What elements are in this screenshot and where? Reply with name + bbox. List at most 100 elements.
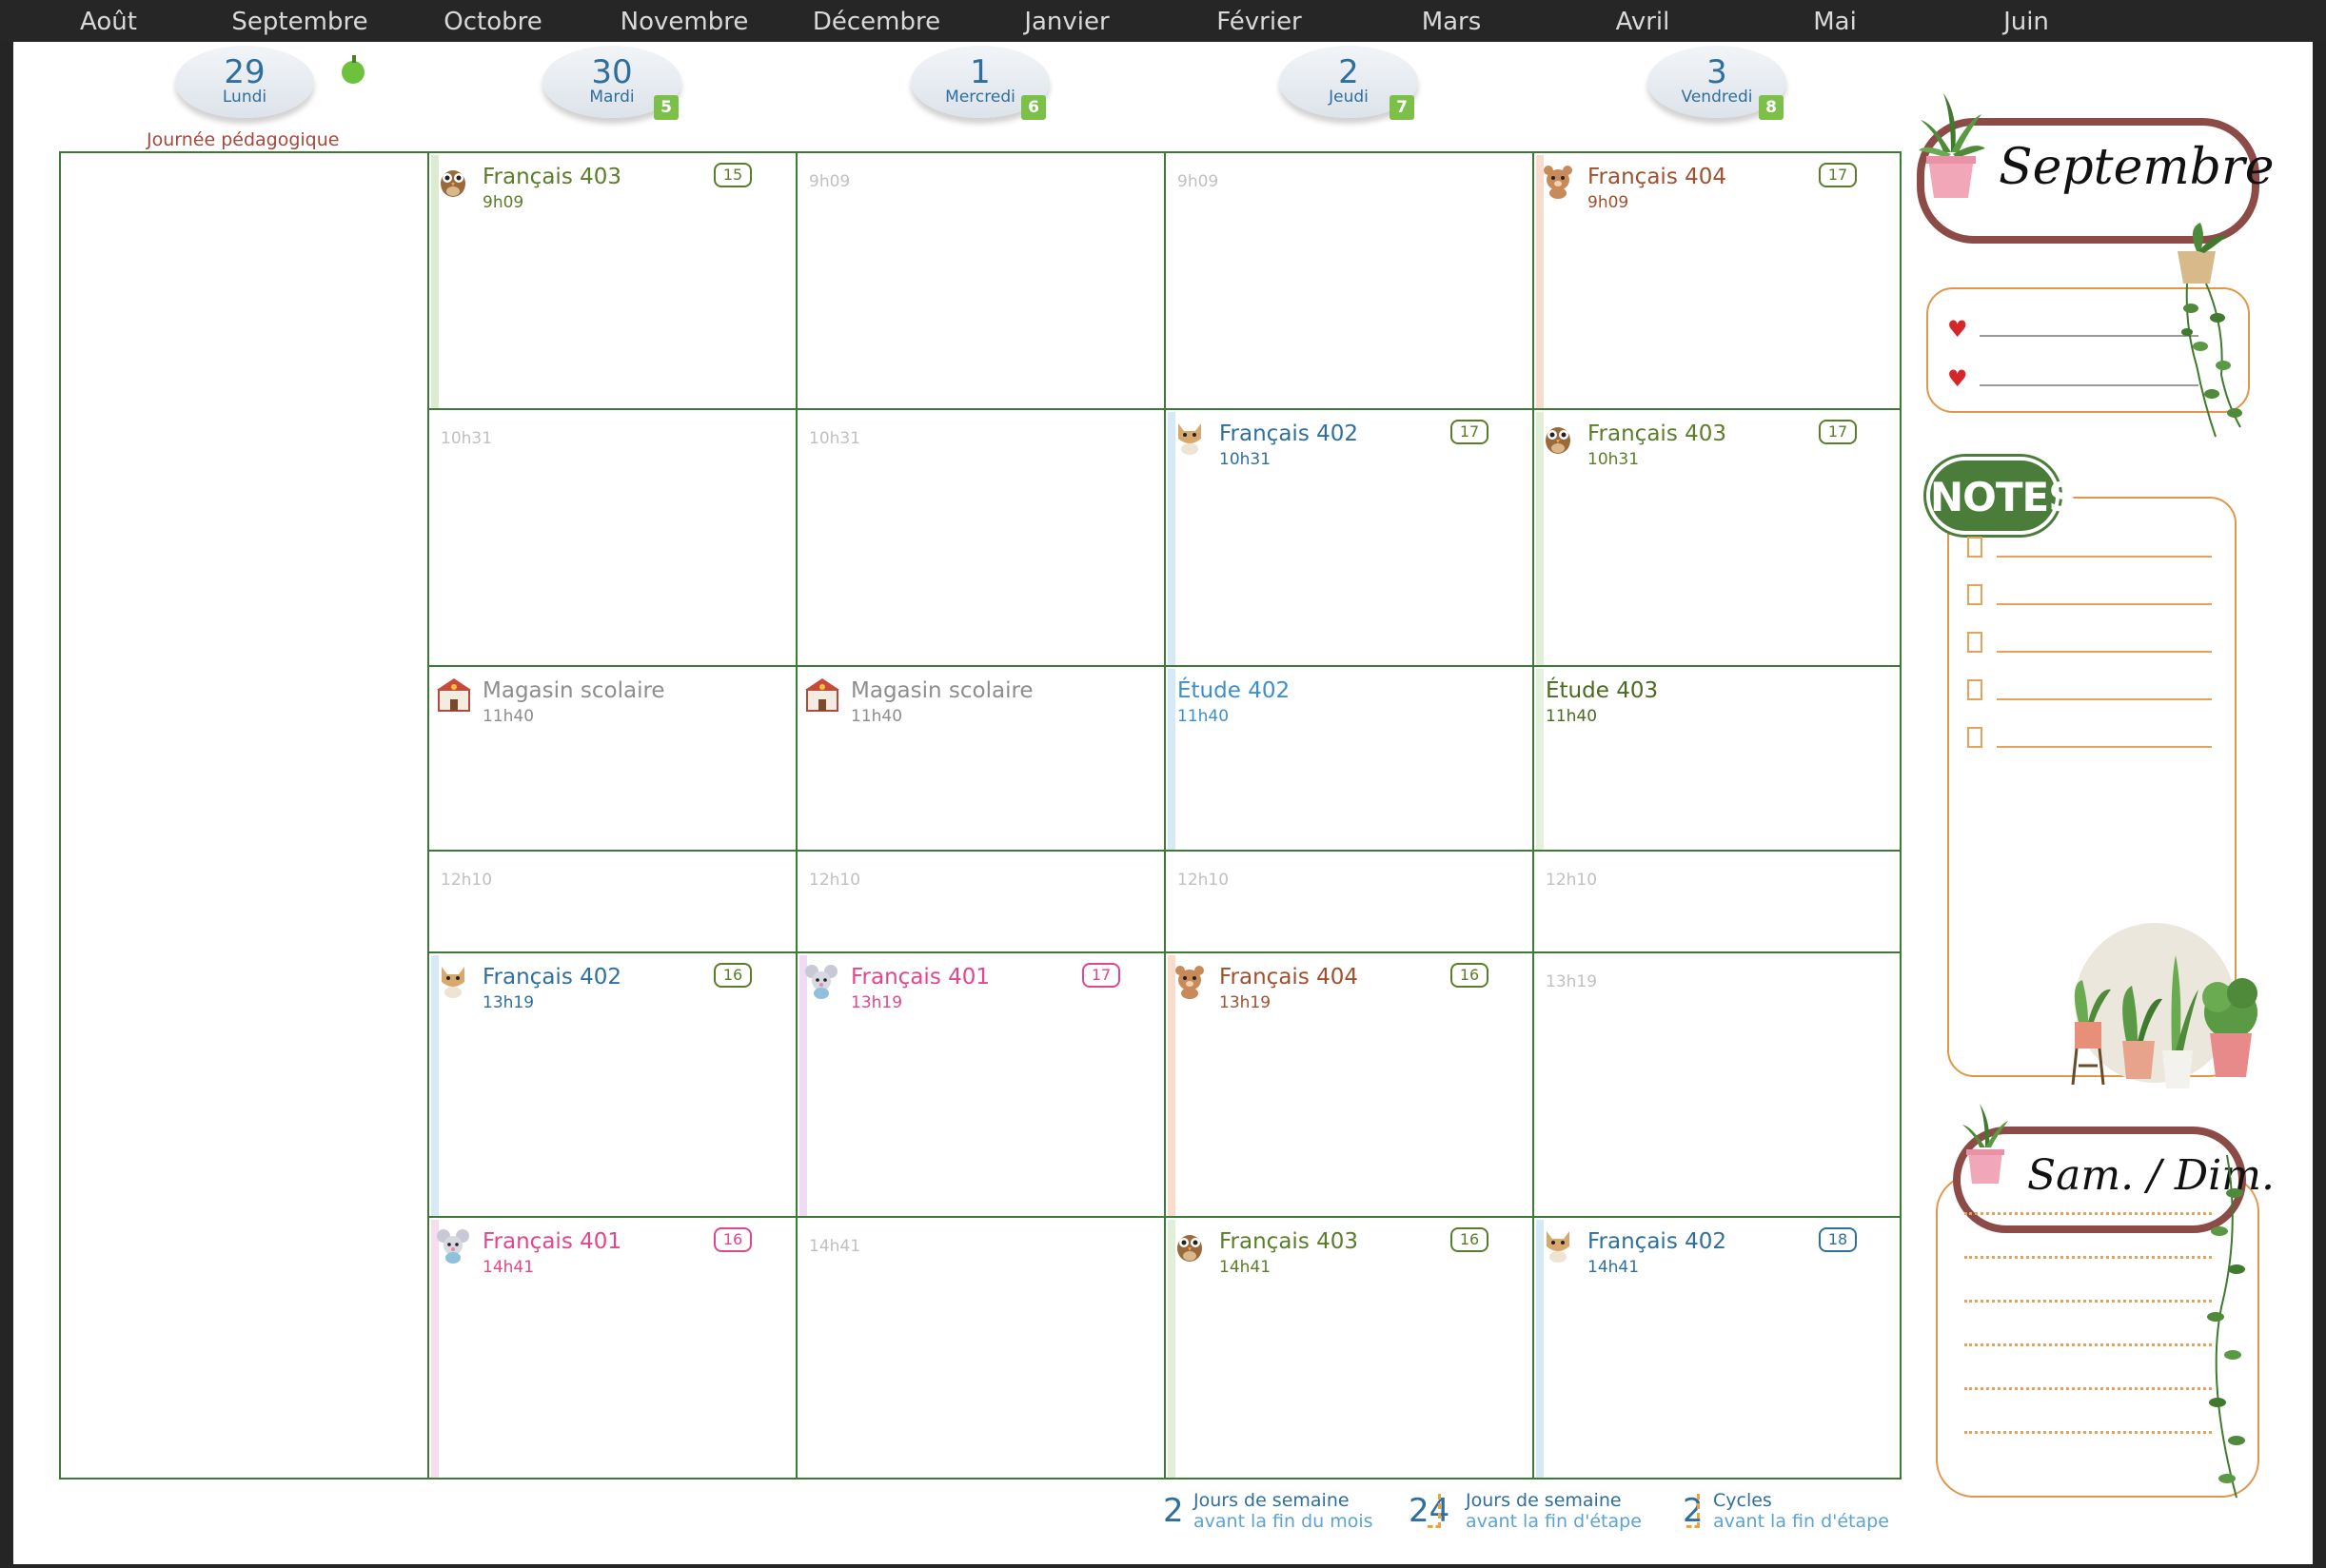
note-line[interactable] <box>1997 556 2212 558</box>
tab-septembre[interactable]: Septembre <box>205 8 395 42</box>
weekend-line[interactable] <box>1964 1343 2212 1346</box>
course-time: 11h40 <box>483 707 535 726</box>
student-count-badge: 16 <box>1450 1227 1488 1252</box>
study-time: 11h40 <box>1546 707 1598 726</box>
course-cell[interactable]: Français 401 14h41 16 <box>429 1218 796 1478</box>
bear-icon <box>1544 166 1572 199</box>
potted-plant-icon <box>1962 1104 2008 1184</box>
cycle-badge: 6 <box>1021 95 1046 120</box>
cat-icon <box>1178 423 1201 455</box>
course-time: 10h31 <box>1587 450 1640 469</box>
note-line[interactable] <box>1997 698 2212 700</box>
weekend-line[interactable] <box>1964 1212 2212 1215</box>
empty-cell[interactable]: 9h09 <box>1166 153 1532 408</box>
student-count-badge: 16 <box>714 963 752 988</box>
empty-cell[interactable]: 9h09 <box>798 153 1164 408</box>
course-title: Français 402 <box>483 965 622 990</box>
course-title: Français 403 <box>483 165 622 189</box>
counter-sublabel: avant la fin d'étape <box>1713 1511 1889 1532</box>
empty-cell[interactable]: 10h31 <box>429 410 796 665</box>
note-checkbox[interactable] <box>1967 679 1982 700</box>
course-cell[interactable]: Français 401 13h19 17 <box>798 953 1164 1216</box>
owl-icon <box>1177 1235 1202 1262</box>
student-count-badge: 15 <box>714 163 752 187</box>
mouse-icon <box>437 1229 469 1264</box>
cycle-badge: 5 <box>654 95 679 120</box>
note-line[interactable] <box>1997 603 2212 605</box>
course-cell[interactable]: Français 404 13h19 16 <box>1166 953 1532 1216</box>
course-title: Français 404 <box>1587 165 1727 189</box>
course-title: Français 403 <box>1587 421 1727 446</box>
day-number: 1 <box>970 53 991 91</box>
weekend-line[interactable] <box>1964 1431 2212 1434</box>
note-line[interactable] <box>1997 746 2212 748</box>
day-header-lundi[interactable]: 29 Lundi <box>175 46 314 118</box>
period-time: 9h09 <box>809 172 851 191</box>
note-checkbox[interactable] <box>1967 727 1982 748</box>
study-title: Étude 402 <box>1177 678 1291 703</box>
empty-cell[interactable]: 12h10 <box>798 852 1164 951</box>
course-color-bar <box>1168 669 1175 850</box>
note-checkbox[interactable] <box>1967 632 1982 653</box>
tab-aout[interactable]: Août <box>13 8 204 42</box>
empty-cell[interactable]: 14h41 <box>798 1218 1164 1478</box>
duty-cell[interactable]: Magasin scolaire 11h40 <box>429 667 796 850</box>
counter-dashed-marker <box>1686 1494 1700 1528</box>
course-cell[interactable]: Français 403 9h09 15 <box>429 153 796 408</box>
potted-plant-icon <box>1919 93 1985 198</box>
tab-fevrier[interactable]: Février <box>1164 8 1354 42</box>
course-time: 11h40 <box>851 707 903 726</box>
cycle-badge: 7 <box>1390 95 1414 120</box>
study-cell[interactable]: Étude 402 11h40 <box>1166 667 1532 850</box>
counter-value: 2 <box>1163 1492 1184 1530</box>
month-title: Septembre <box>1999 139 2275 196</box>
course-cell[interactable]: Français 402 14h41 18 <box>1534 1218 1901 1478</box>
empty-cell[interactable]: 12h10 <box>1166 852 1532 951</box>
empty-cell[interactable]: 12h10 <box>429 852 796 951</box>
study-cell[interactable]: Étude 403 11h40 <box>1534 667 1901 850</box>
course-cell[interactable]: Français 402 10h31 17 <box>1166 410 1532 665</box>
cat-icon <box>442 967 464 998</box>
day-number: 2 <box>1338 53 1359 91</box>
apple-icon <box>342 55 365 84</box>
duty-cell[interactable]: Magasin scolaire 11h40 <box>798 667 1164 850</box>
student-count-badge: 17 <box>1082 963 1120 988</box>
tab-mai[interactable]: Mai <box>1740 8 1930 42</box>
course-cell[interactable]: Français 402 13h19 16 <box>429 953 796 1216</box>
course-title: Français 401 <box>851 965 991 990</box>
tab-mars[interactable]: Mars <box>1356 8 1547 42</box>
weekend-line[interactable] <box>1964 1300 2212 1303</box>
tab-decembre[interactable]: Décembre <box>781 8 972 42</box>
tab-janvier[interactable]: Janvier <box>972 8 1162 42</box>
hanging-plant-icon <box>2178 223 2242 438</box>
student-count-badge: 17 <box>1819 163 1857 187</box>
empty-cell[interactable]: 10h31 <box>798 410 1164 665</box>
heart-icon: ♥ <box>1947 316 1968 343</box>
course-cell[interactable]: Français 403 14h41 16 <box>1166 1218 1532 1478</box>
course-title: Français 402 <box>1219 421 1359 446</box>
weekend-line[interactable] <box>1964 1256 2212 1259</box>
weekend-line[interactable] <box>1964 1387 2212 1390</box>
note-line[interactable] <box>1997 651 2212 653</box>
period-time: 14h41 <box>809 1237 861 1256</box>
tab-juin[interactable]: Juin <box>1931 8 2121 42</box>
course-color-bar <box>1536 669 1544 850</box>
tab-novembre[interactable]: Novembre <box>589 8 779 42</box>
note-checkbox[interactable] <box>1967 537 1982 558</box>
period-time: 10h31 <box>809 429 861 448</box>
tab-avril[interactable]: Avril <box>1547 8 1738 42</box>
study-title: Étude 403 <box>1546 678 1659 703</box>
cat-icon <box>1547 1231 1569 1263</box>
course-cell[interactable]: Français 404 9h09 17 <box>1534 153 1901 408</box>
vine-plant-icon <box>2207 1155 2245 1499</box>
empty-cell[interactable]: 13h19 <box>1534 953 1901 1216</box>
day-number: 3 <box>1706 53 1727 91</box>
note-checkbox[interactable] <box>1967 584 1982 605</box>
day-cell-lundi[interactable] <box>61 153 427 1478</box>
tab-octobre[interactable]: Octobre <box>398 8 588 42</box>
course-cell[interactable]: Français 403 10h31 17 <box>1534 410 1901 665</box>
school-store-icon <box>805 678 839 712</box>
notes-label: NOTES <box>1930 474 2077 520</box>
empty-cell[interactable]: 12h10 <box>1534 852 1901 951</box>
course-title: Français 404 <box>1219 965 1359 990</box>
